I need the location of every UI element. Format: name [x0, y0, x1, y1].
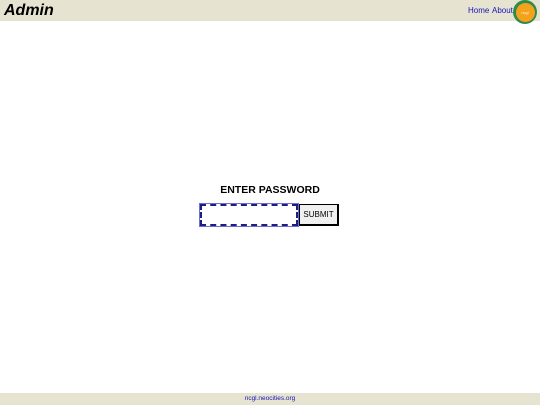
nav-link-about[interactable]: About: [492, 5, 513, 17]
page: Admin Home About ncgl ENTER PASSWORD SUB…: [0, 0, 540, 405]
header-bar: Admin Home About ncgl: [0, 0, 540, 24]
password-input[interactable]: [199, 203, 299, 227]
footer-site-link[interactable]: ncgl.neocities.org: [0, 394, 540, 404]
footer-bar: ncgl.neocities.org: [0, 393, 540, 405]
submit-button[interactable]: SUBMIT: [299, 204, 339, 226]
page-title: Admin: [4, 2, 54, 19]
logo-circle-icon: ncgl: [515, 2, 535, 22]
logo-text: ncgl: [521, 9, 529, 15]
nav-link-home[interactable]: Home: [468, 5, 489, 17]
site-logo[interactable]: ncgl: [513, 0, 537, 24]
password-prompt-heading: ENTER PASSWORD: [220, 184, 320, 196]
